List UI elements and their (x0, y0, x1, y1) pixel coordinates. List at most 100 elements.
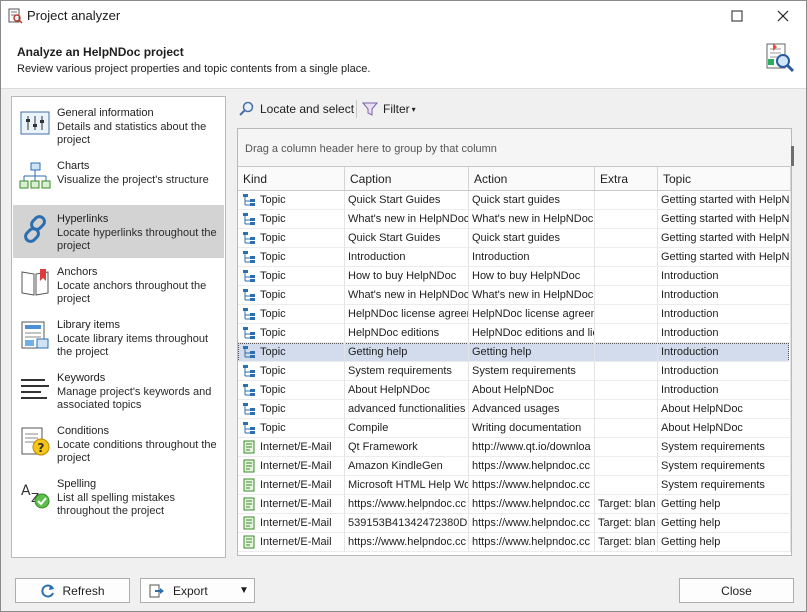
table-cell: https://www.helpndoc.cc (469, 514, 595, 533)
locate-and-select-button[interactable]: Locate and select (239, 98, 354, 120)
table-row[interactable]: Topic advanced functionalities Advanced us… (238, 400, 791, 419)
sidebar-item-title: Conditions (57, 425, 109, 437)
table-cell: Amazon KindleGen (345, 457, 469, 476)
export-dropdown-button[interactable]: Export ▼ (140, 578, 255, 603)
table-row[interactable]: Topic How to buy HelpNDoc How to buy HelpN… (238, 267, 791, 286)
table-row[interactable]: Internet/E-Mail https://www.helpndoc.cc ht… (238, 533, 791, 552)
sidebar-item-title: Spelling (57, 478, 97, 490)
table-cell: https://www.helpndoc.cc (345, 495, 469, 514)
maximize-icon (731, 10, 743, 22)
table-row[interactable]: Topic HelpNDoc license agreem HelpNDoc lic… (238, 305, 791, 324)
table-cell: System requirements (658, 476, 791, 495)
sidebar-item-hyperlinks[interactable]: Hyperlinks Locate hyperlinks throughout … (13, 205, 224, 258)
table-row[interactable]: Internet/E-Mail Amazon KindleGen https://w… (238, 457, 791, 476)
cell-text: https://www.helpndoc.cc (348, 536, 467, 548)
sidebar-item-description: Locate hyperlinks throughout the project (57, 227, 217, 252)
table-cell: Writing documentation (469, 419, 595, 438)
column-header-kind[interactable]: Kind (238, 167, 345, 191)
table-row[interactable]: Topic Introduction Introduction Getting sta… (238, 248, 791, 267)
refresh-button[interactable]: Refresh (15, 578, 130, 603)
svg-text:A: A (21, 483, 31, 499)
filter-icon (362, 102, 378, 116)
cell-text: Getting started with HelpN (661, 251, 790, 263)
sidebar-item-charts[interactable]: Charts Visualize the project's structure (13, 152, 224, 205)
dialog-header: Analyze an HelpNDoc project Review vario… (1, 31, 806, 89)
cell-text: Internet/E-Mail (260, 498, 332, 510)
cell-text: Writing documentation (472, 422, 582, 434)
table-row[interactable]: Topic What's new in HelpNDoc What's new in… (238, 286, 791, 305)
group-by-area[interactable]: Drag a column header here to group by th… (238, 129, 791, 167)
cell-text: https://www.helpndoc.cc (472, 498, 591, 510)
hyperlinks-grid: Drag a column header here to group by th… (237, 128, 792, 556)
sidebar-item-description: Locate conditions throughout the project (57, 439, 217, 464)
cell-text: Getting help (661, 498, 721, 510)
column-header-caption[interactable]: Caption (345, 167, 469, 191)
filter-label: Filter (383, 102, 410, 116)
cell-text: Getting started with HelpN (661, 213, 790, 225)
table-row[interactable]: Internet/E-Mail Qt Framework http://www.qt… (238, 438, 791, 457)
sidebar-item-description: Locate anchors throughout the project (57, 280, 207, 305)
table-row[interactable]: Topic System requirements System requireme… (238, 362, 791, 381)
cell-text: Quick start guides (472, 232, 561, 244)
table-row[interactable]: Topic Compile Writing documentation About H… (238, 419, 791, 438)
table-row[interactable]: Topic About HelpNDoc About HelpNDoc Introdu… (238, 381, 791, 400)
cell-text: Advanced usages (472, 403, 560, 415)
table-cell: HelpNDoc license agreeme (469, 305, 595, 324)
table-cell: Introduction (658, 381, 791, 400)
table-row[interactable]: Topic Quick Start Guides Quick start guide… (238, 229, 791, 248)
close-label: Close (721, 583, 752, 598)
cell-text: advanced functionalities (348, 403, 466, 415)
search-icon (239, 101, 254, 116)
cell-text: System requirements (661, 441, 765, 453)
cell-text: Internet/E-Mail (260, 441, 332, 453)
table-cell: Introduction (658, 267, 791, 286)
table-row[interactable]: Topic HelpNDoc editions HelpNDoc editions … (238, 324, 791, 343)
cell-text: https://www.helpndoc.cc (472, 536, 591, 548)
table-row[interactable]: Topic Quick Start Guides Quick start guide… (238, 191, 791, 210)
table-row[interactable]: Topic What's new in HelpNDoc What's new in… (238, 210, 791, 229)
table-cell: Compile (345, 419, 469, 438)
table-row[interactable]: Internet/E-Mail 539153B41342472380DS https… (238, 514, 791, 533)
table-cell: http://www.qt.io/downloa (469, 438, 595, 457)
table-cell (595, 267, 658, 286)
maximize-button[interactable] (714, 1, 760, 31)
spelling-icon: A Z (21, 483, 50, 509)
sidebar-item-keywords[interactable]: Keywords Manage project's keywords and a… (13, 364, 224, 417)
sidebar-item-title: Keywords (57, 372, 106, 384)
column-header-action[interactable]: Action (469, 167, 595, 191)
table-cell: System requirements (658, 457, 791, 476)
cell-text: Quick Start Guides (348, 194, 441, 206)
sidebar-item-anchors[interactable]: Anchors Locate anchors throughout the pr… (13, 258, 224, 311)
toolbar-separator (356, 100, 357, 118)
conditions-icon: ? (21, 427, 50, 456)
table-row[interactable]: Topic Getting help Getting help Introductio… (238, 343, 791, 362)
sidebar-item-general-information[interactable]: General information Details and statisti… (13, 99, 224, 152)
topic-tree-icon (243, 289, 255, 301)
refresh-icon (41, 584, 55, 597)
sidebar-item-spelling[interactable]: A Z Spelling List all spelling mistakes … (13, 470, 224, 523)
sidebar-item-conditions[interactable]: ? Conditions Locate conditions throughou… (13, 417, 224, 470)
table-cell: Getting help (658, 514, 791, 533)
cell-text: Introduction (661, 289, 719, 301)
table-row[interactable]: Internet/E-Mail https://www.helpndoc.cc ht… (238, 495, 791, 514)
close-window-button[interactable] (760, 1, 806, 31)
anchor-book-icon (21, 269, 49, 296)
topic-tree-icon (243, 194, 255, 206)
column-header-topic[interactable]: Topic (658, 167, 791, 191)
table-row[interactable]: Internet/E-Mail Microsoft HTML Help Wor ht… (238, 476, 791, 495)
cell-text: Internet/E-Mail (260, 460, 332, 472)
close-button[interactable]: Close (679, 578, 794, 603)
filter-dropdown-button[interactable]: Filter ▾ (362, 98, 416, 120)
table-cell (595, 248, 658, 267)
cell-text: HelpNDoc editions and lice (472, 327, 595, 339)
table-cell: advanced functionalities (345, 400, 469, 419)
cell-text: Target: blan (598, 517, 656, 529)
internet-link-icon (243, 440, 255, 454)
cell-text: http://www.qt.io/downloa (472, 441, 591, 453)
app-icon (8, 8, 23, 24)
column-header-extra[interactable]: Extra (595, 167, 658, 191)
table-cell (595, 191, 658, 210)
cell-text: 539153B41342472380DS (348, 517, 469, 529)
sidebar-item-library-items[interactable]: Library items Locate library items throu… (13, 311, 224, 364)
vertical-scrollbar[interactable] (791, 146, 794, 166)
